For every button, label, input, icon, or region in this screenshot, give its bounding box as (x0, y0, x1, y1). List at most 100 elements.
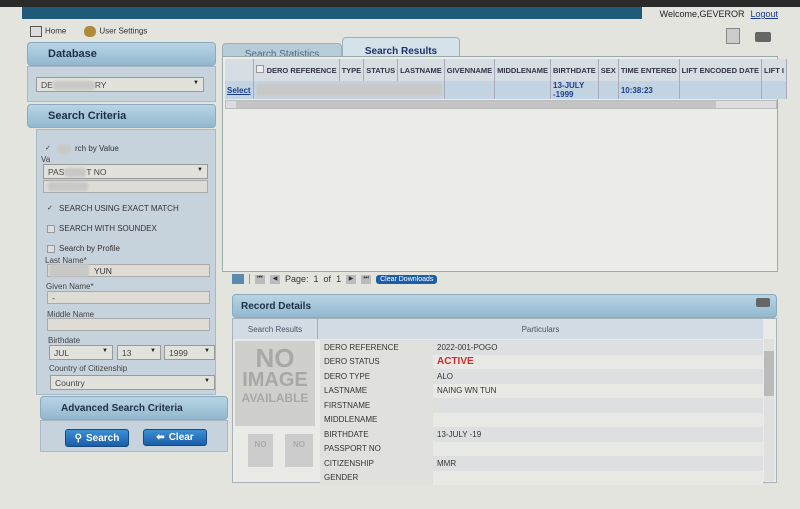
birth-day-select[interactable]: 13 (117, 345, 161, 360)
search-criteria-title: Search Criteria (48, 110, 127, 122)
given-name-input[interactable]: - (47, 291, 210, 304)
database-select[interactable]: DE RY (36, 77, 204, 92)
search-icon: ⚲ (74, 432, 82, 444)
nav-home-label: Home (45, 26, 67, 36)
soundex-checkbox[interactable]: SEARCH WITH SOUNDEX (47, 224, 157, 233)
search-results-column-header: Search Results (233, 319, 318, 339)
next-page-icon[interactable]: ▶ (346, 274, 357, 284)
record-field-row: DERO STATUS ACTIVE (320, 354, 763, 369)
search-field-select[interactable]: PAS T NO (43, 164, 208, 179)
export-icon[interactable] (726, 28, 740, 44)
field-label: DERO STATUS (320, 354, 433, 369)
advanced-search-title: Advanced Search Criteria (61, 402, 183, 414)
record-field-row: CITIZENSHIP MMR (320, 456, 763, 471)
column-header[interactable]: LASTNAME (397, 59, 445, 81)
arrow-left-icon: ⬅ (156, 432, 165, 443)
middle-name-input[interactable] (47, 318, 210, 331)
field-value: MMR (433, 456, 763, 471)
field-label: GENDER (320, 470, 433, 485)
field-label: LASTNAME (320, 383, 433, 398)
vertical-scrollbar[interactable] (764, 339, 774, 481)
search-button-label: Search (85, 432, 120, 444)
logout-link[interactable]: Logout (750, 9, 778, 19)
particulars-column-header: Particulars (318, 319, 763, 339)
search-value-input[interactable] (43, 180, 208, 193)
time-entered-cell: 10:38:23 (618, 81, 680, 99)
column-header[interactable]: TYPE (339, 59, 365, 81)
column-header[interactable]: SEX (598, 59, 619, 81)
page-number[interactable]: 1 (314, 274, 319, 284)
action-panel: ⚲ Search ⬅ Clear (40, 420, 228, 452)
record-details-title: Record Details (241, 300, 312, 312)
welcome-text: Welcome,GEVEROR (659, 9, 745, 19)
column-header[interactable]: MIDDLENAME (494, 59, 552, 81)
clear-button-label: Clear (168, 432, 194, 443)
record-field-row: PASSPORT NO (320, 441, 763, 456)
first-page-icon[interactable]: ⏮ (255, 274, 265, 284)
database-header[interactable]: Database (27, 42, 216, 66)
search-by-profile-checkbox[interactable]: Search by Profile (47, 244, 120, 253)
birthdate-label: Birthdate (48, 336, 81, 345)
field-label: PASSPORT NO (320, 441, 433, 456)
database-title: Database (48, 48, 97, 60)
column-header[interactable]: LIFT ENCODED DATE (679, 59, 763, 81)
field-label: MIDDLENAME (320, 412, 433, 427)
column-header[interactable]: STATUS (363, 59, 399, 81)
birth-year-select[interactable]: 1999 (164, 345, 215, 360)
record-field-row: GENDER (320, 470, 763, 485)
field-label: DERO REFERENCE (320, 340, 433, 355)
record-field-row: FIRSTNAME (320, 398, 763, 413)
clear-downloads-button[interactable]: Clear Downloads (376, 274, 438, 284)
column-header[interactable]: BIRTHDATE (550, 59, 599, 81)
results-panel: DERO REFERENCE TYPE STATUS LASTNAME GIVE… (222, 56, 788, 272)
clear-button[interactable]: ⬅ Clear (143, 429, 207, 446)
birthdate-cell: 13-JULY -1999 (550, 81, 599, 99)
column-header[interactable]: TIME ENTERED (618, 59, 680, 81)
field-value: ACTIVE (433, 354, 763, 369)
home-icon (30, 26, 42, 37)
field-value (433, 398, 763, 413)
nav-home[interactable]: Home (30, 26, 66, 37)
field-value: 13-JULY -19 (433, 427, 763, 442)
country-select[interactable]: Country (50, 375, 215, 390)
search-criteria-header[interactable]: Search Criteria (27, 104, 216, 128)
print-icon[interactable] (755, 32, 771, 42)
field-value (433, 441, 763, 456)
database-panel: DE RY (27, 66, 216, 102)
column-header[interactable]: DERO REFERENCE (253, 59, 340, 81)
exact-match-checkbox[interactable]: ✓ SEARCH USING EXACT MATCH (47, 204, 179, 213)
results-table: DERO REFERENCE TYPE STATUS LASTNAME GIVE… (225, 59, 788, 99)
field-label: DERO TYPE (320, 369, 433, 384)
nav-user-settings[interactable]: User Settings (84, 26, 147, 37)
record-field-row: DERO REFERENCE 2022-001-POGO (320, 340, 763, 355)
field-label: CITIZENSHIP (320, 456, 433, 471)
search-button[interactable]: ⚲ Search (65, 429, 129, 447)
table-row[interactable]: Select 13-JULY -1999 10:38:23 (225, 81, 788, 99)
record-field-row: LASTNAME NAING WN TUN (320, 383, 763, 398)
birth-month-select[interactable]: JUL (49, 345, 113, 360)
advanced-search-header[interactable]: Advanced Search Criteria (40, 396, 228, 420)
record-field-row: BIRTHDATE 13-JULY -19 (320, 427, 763, 442)
given-name-label: Given Name* (46, 282, 94, 291)
column-header[interactable]: LIFT I (761, 59, 788, 81)
country-label: Country of Citizenship (49, 364, 128, 373)
download-icon[interactable] (232, 274, 244, 284)
horizontal-scrollbar[interactable] (225, 100, 777, 109)
print-record-icon[interactable] (756, 298, 770, 307)
record-field-row: DERO TYPE ALO (320, 369, 763, 384)
record-details-header: Record Details (232, 294, 777, 318)
prev-page-icon[interactable]: ◀ (270, 274, 280, 284)
no-image-placeholder: NO IMAGE AVAILABLE (235, 341, 315, 426)
via-label: Va (41, 155, 51, 164)
record-field-row: MIDDLENAME (320, 412, 763, 427)
of-label: of (323, 274, 332, 284)
record-details-panel: Search Results Particulars NO IMAGE AVAILA… (232, 318, 777, 485)
field-value: NAING WN TUN (433, 383, 763, 398)
page-total: 1 (336, 274, 342, 284)
search-by-value-option[interactable]: ✓ rch by Value (45, 144, 119, 153)
results-header-row: DERO REFERENCE TYPE STATUS LASTNAME GIVE… (225, 59, 788, 81)
select-link[interactable]: Select (227, 86, 251, 95)
column-header[interactable]: GIVENNAME (444, 59, 496, 81)
brand-banner (22, 7, 642, 19)
last-page-icon[interactable]: ⏭ (361, 274, 372, 284)
